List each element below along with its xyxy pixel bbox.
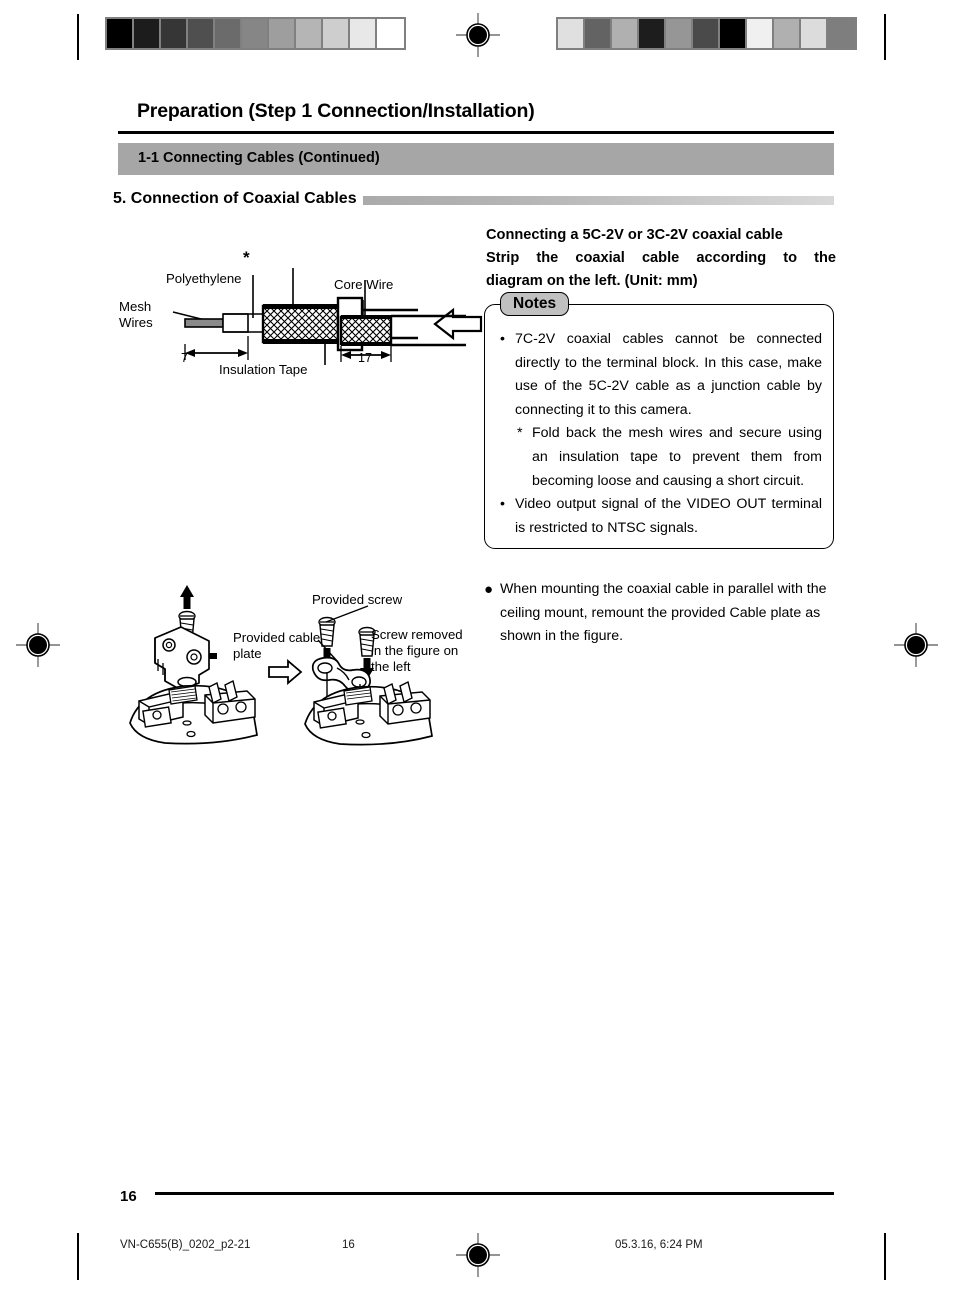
section-heading: 5. Connection of Coaxial Cables bbox=[113, 190, 363, 208]
calibration-swatch bbox=[269, 19, 296, 48]
footer-page-ref: 16 bbox=[342, 1239, 355, 1251]
registration-target-left-middle bbox=[15, 622, 61, 668]
calibration-swatch bbox=[134, 19, 161, 48]
figure-label-insulation-tape: Insulation Tape bbox=[219, 362, 308, 377]
page-title: Preparation (Step 1 Connection/Installat… bbox=[137, 100, 535, 122]
notes-list: • 7C-2V coaxial cables cannot be connect… bbox=[500, 328, 822, 540]
note-text: Fold back the mesh wires and secure usin… bbox=[532, 425, 822, 489]
calibration-swatch bbox=[801, 19, 828, 48]
note-item: • Video output signal of the VIDEO OUT t… bbox=[500, 493, 822, 540]
grayscale-step-wedge-right bbox=[556, 17, 857, 50]
calibration-swatch bbox=[350, 19, 377, 48]
figure-label-core-wire: Core Wire bbox=[334, 277, 394, 292]
registration-target-bottom-center bbox=[455, 1232, 501, 1278]
calibration-swatch bbox=[215, 19, 242, 48]
plate-label-screw-removed-line2: in the figure on bbox=[371, 643, 459, 658]
calibration-swatch bbox=[242, 19, 269, 48]
calibration-swatch bbox=[828, 19, 855, 48]
crop-mark-top-right bbox=[884, 14, 886, 60]
footer-rule bbox=[155, 1192, 834, 1195]
grayscale-step-wedge-left bbox=[105, 17, 406, 50]
note-bullet-icon: • bbox=[500, 331, 505, 347]
plate-label-provided-cable-line1: Provided cable bbox=[233, 630, 321, 645]
note-text: Video output signal of the VIDEO OUT ter… bbox=[515, 496, 822, 536]
page-number: 16 bbox=[120, 1188, 137, 1205]
calibration-swatch bbox=[666, 19, 693, 48]
calibration-swatch bbox=[774, 19, 801, 48]
calibration-swatch bbox=[612, 19, 639, 48]
lead-line-3: diagram on the left. (Unit: mm) bbox=[486, 273, 698, 289]
figure-dimension-right: 17 bbox=[358, 351, 372, 365]
calibration-swatch bbox=[693, 19, 720, 48]
plate-label-screw-removed-line1: Screw removed bbox=[371, 627, 463, 642]
calibration-swatch bbox=[585, 19, 612, 48]
notes-badge: Notes bbox=[500, 292, 570, 316]
calibration-swatch bbox=[323, 19, 350, 48]
crop-mark-bottom-left bbox=[77, 1233, 79, 1280]
figure-label-asterisk: * bbox=[243, 248, 250, 267]
registration-target-right-middle bbox=[893, 622, 939, 668]
calibration-swatch bbox=[188, 19, 215, 48]
calibration-swatch bbox=[747, 19, 774, 48]
cable-plate-instruction-text: When mounting the coaxial cable in paral… bbox=[500, 581, 827, 645]
figure-label-polyethylene: Polyethylene bbox=[166, 271, 242, 286]
crop-mark-top-left bbox=[77, 14, 79, 60]
figure-label-mesh-wires-line1: Mesh bbox=[119, 299, 152, 314]
footer-file-name: VN-C655(B)_0202_p2-21 bbox=[120, 1239, 251, 1251]
plate-label-provided-cable-line2: plate bbox=[233, 646, 262, 661]
cable-plate-figure-before bbox=[125, 583, 285, 748]
note-item: * Fold back the mesh wires and secure us… bbox=[517, 422, 822, 493]
note-item: • 7C-2V coaxial cables cannot be connect… bbox=[500, 328, 822, 422]
plate-label-provided-screw: Provided screw bbox=[312, 592, 403, 607]
calibration-swatch bbox=[377, 19, 404, 48]
cable-plate-instruction: ● When mounting the coaxial cable in par… bbox=[484, 578, 836, 649]
calibration-swatch bbox=[558, 19, 585, 48]
calibration-swatch bbox=[720, 19, 747, 48]
subsection-title: 1-1 Connecting Cables (Continued) bbox=[138, 150, 380, 166]
lead-line-1: Connecting a 5C-2V or 3C-2V coaxial cabl… bbox=[486, 227, 783, 243]
note-bullet-icon: • bbox=[500, 496, 505, 513]
note-text: 7C-2V coaxial cables cannot be connected… bbox=[515, 331, 822, 418]
calibration-swatch bbox=[107, 19, 134, 48]
footer-timestamp: 05.3.16, 6:24 PM bbox=[615, 1239, 703, 1251]
note-asterisk-icon: * bbox=[517, 425, 523, 442]
lead-paragraph: Connecting a 5C-2V or 3C-2V coaxial cabl… bbox=[486, 224, 836, 293]
crop-mark-bottom-right bbox=[884, 1233, 886, 1280]
figure-label-mesh-wires-line2: Wires bbox=[119, 315, 153, 330]
registration-target-top-center bbox=[455, 12, 501, 58]
title-underline-rule bbox=[118, 131, 834, 134]
calibration-swatch bbox=[639, 19, 666, 48]
bullet-icon: ● bbox=[484, 581, 494, 598]
figure-dimension-left: 7 bbox=[181, 351, 188, 365]
lead-line-2: Strip the coaxial cable according to the bbox=[486, 250, 836, 266]
calibration-swatch bbox=[296, 19, 323, 48]
plate-label-screw-removed-line3: the left bbox=[371, 659, 411, 674]
calibration-swatch bbox=[161, 19, 188, 48]
